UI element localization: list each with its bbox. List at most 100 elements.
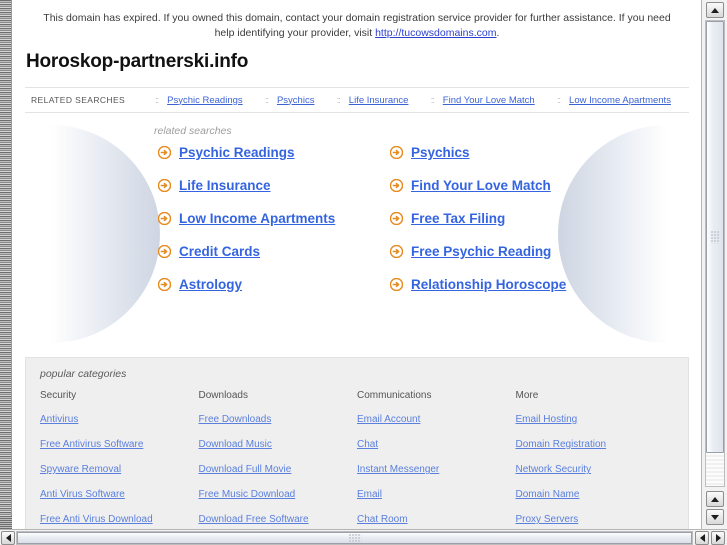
search-link-find-your-love-match[interactable]: Find Your Love Match (411, 178, 551, 193)
tucows-domains-link[interactable]: http://tucowsdomains.com (375, 27, 496, 39)
nav-link-find-your-love-match[interactable]: Find Your Love Match (443, 95, 535, 106)
horizontal-scrollbar-track[interactable] (16, 531, 693, 545)
window-left-edge-strip (0, 0, 12, 529)
search-item-credit-cards[interactable]: Credit Cards (158, 244, 390, 259)
search-link-psychic-readings[interactable]: Psychic Readings (179, 145, 295, 160)
horizontal-scrollbar[interactable] (0, 529, 727, 545)
list-item: Proxy Servers (516, 509, 675, 527)
search-item-free-psychic-reading[interactable]: Free Psychic Reading (390, 244, 689, 259)
search-link-life-insurance[interactable]: Life Insurance (179, 178, 271, 193)
category-link-free-antivirus-software[interactable]: Free Antivirus Software (40, 439, 143, 450)
arrow-circle-right-icon (158, 212, 171, 225)
category-link-domain-name[interactable]: Domain Name (516, 489, 580, 500)
related-searches-label: RELATED SEARCHES (31, 95, 126, 105)
category-link-chat-room[interactable]: Chat Room (357, 514, 408, 525)
scroll-left-button-end[interactable] (695, 531, 709, 545)
category-link-download-free-software[interactable]: Download Free Software (199, 514, 309, 525)
page-title: Horoskop-partnerski.info (26, 51, 249, 72)
popular-categories-columns: Security Antivirus Free Antivirus Softwa… (40, 390, 674, 529)
category-link-list: Free Downloads Download Music Download F… (199, 409, 358, 527)
category-link-proxy-servers[interactable]: Proxy Servers (516, 514, 579, 525)
triangle-up-icon (711, 496, 719, 502)
popular-categories-heading: popular categories (40, 368, 127, 380)
arrow-circle-right-icon (158, 179, 171, 192)
search-item-low-income-apartments[interactable]: Low Income Apartments (158, 211, 390, 226)
list-item: Instant Messenger (357, 459, 516, 477)
category-link-free-anti-virus-download[interactable]: Free Anti Virus Download (40, 514, 153, 525)
search-item-life-insurance[interactable]: Life Insurance (158, 178, 390, 193)
category-link-free-downloads[interactable]: Free Downloads (199, 414, 272, 425)
list-item: Chat Room (357, 509, 516, 527)
category-link-spyware-removal[interactable]: Spyware Removal (40, 464, 121, 475)
list-item: Domain Registration (516, 434, 675, 452)
list-item: Free Antivirus Software (40, 434, 199, 452)
category-link-instant-messenger[interactable]: Instant Messenger (357, 464, 439, 475)
nav-separator: :: (264, 95, 269, 105)
list-item: Email Hosting (516, 409, 675, 427)
list-item: Download Full Movie (199, 459, 358, 477)
page-content: This domain has expired. If you owned th… (13, 0, 701, 529)
nav-cell: :: Psychics (265, 95, 315, 106)
search-link-low-income-apartments[interactable]: Low Income Apartments (179, 211, 335, 226)
vertical-scrollbar-thumb[interactable] (706, 21, 724, 453)
triangle-down-icon (711, 514, 719, 520)
horizontal-scrollbar-thumb[interactable] (17, 532, 692, 544)
category-link-domain-registration[interactable]: Domain Registration (516, 439, 607, 450)
search-link-relationship-horoscope[interactable]: Relationship Horoscope (411, 277, 566, 292)
arrow-circle-right-icon (158, 278, 171, 291)
search-item-find-your-love-match[interactable]: Find Your Love Match (390, 178, 689, 193)
search-link-astrology[interactable]: Astrology (179, 277, 242, 292)
scroll-up-button-bottom[interactable] (706, 491, 724, 507)
list-item: Free Anti Virus Download (40, 509, 199, 527)
list-item: Spyware Removal (40, 459, 199, 477)
category-link-free-music-download[interactable]: Free Music Download (199, 489, 296, 500)
list-item: Antivirus (40, 409, 199, 427)
category-link-network-security[interactable]: Network Security (516, 464, 592, 475)
nav-link-life-insurance[interactable]: Life Insurance (349, 95, 409, 106)
scroll-left-button[interactable] (1, 531, 15, 545)
category-column-security: Security Antivirus Free Antivirus Softwa… (40, 390, 199, 529)
search-link-free-psychic-reading[interactable]: Free Psychic Reading (411, 244, 551, 259)
category-title-communications: Communications (357, 390, 432, 401)
category-column-communications: Communications Email Account Chat Instan… (357, 390, 516, 529)
category-link-antivirus[interactable]: Antivirus (40, 414, 78, 425)
category-link-download-full-movie[interactable]: Download Full Movie (199, 464, 292, 475)
category-link-anti-virus-software[interactable]: Anti Virus Software (40, 489, 125, 500)
nav-link-low-income-apartments[interactable]: Low Income Apartments (569, 95, 671, 106)
nav-link-psychics[interactable]: Psychics (277, 95, 314, 106)
category-title-more: More (515, 390, 539, 401)
triangle-left-icon (699, 534, 705, 542)
search-item-relationship-horoscope[interactable]: Relationship Horoscope (390, 277, 689, 292)
nav-cell: :: Life Insurance (337, 95, 409, 106)
search-link-psychics[interactable]: Psychics (411, 145, 470, 160)
search-item-psychics[interactable]: Psychics (390, 145, 689, 160)
category-title-security: Security (40, 390, 77, 401)
category-link-list: Email Hosting Domain Registration Networ… (516, 409, 675, 527)
search-item-free-tax-filing[interactable]: Free Tax Filing (390, 211, 689, 226)
arrow-circle-right-icon (390, 179, 403, 192)
scroll-down-button[interactable] (706, 509, 724, 525)
category-link-email-account[interactable]: Email Account (357, 414, 420, 425)
scrollbar-grip-icon (710, 230, 720, 244)
category-link-chat[interactable]: Chat (357, 439, 378, 450)
category-link-download-music[interactable]: Download Music (199, 439, 272, 450)
category-link-email-hosting[interactable]: Email Hosting (516, 414, 578, 425)
scroll-right-button[interactable] (711, 531, 725, 545)
arrow-circle-right-icon (390, 278, 403, 291)
vertical-scrollbar-track[interactable] (705, 20, 725, 487)
banner-text-before: This domain has expired. If you owned th… (43, 12, 671, 39)
arrow-circle-right-icon (390, 146, 403, 159)
nav-separator: :: (430, 95, 435, 105)
category-link-email[interactable]: Email (357, 489, 382, 500)
search-link-credit-cards[interactable]: Credit Cards (179, 244, 260, 259)
list-item: Free Downloads (199, 409, 358, 427)
category-link-list: Antivirus Free Antivirus Software Spywar… (40, 409, 199, 527)
search-item-astrology[interactable]: Astrology (158, 277, 390, 292)
scroll-up-button[interactable] (706, 2, 724, 18)
related-searches-grid: Psychic Readings Psychics Life Insurance… (25, 145, 689, 292)
nav-link-psychic-readings[interactable]: Psychic Readings (167, 95, 243, 106)
scrollbar-grip-icon (348, 533, 361, 543)
search-link-free-tax-filing[interactable]: Free Tax Filing (411, 211, 505, 226)
search-item-psychic-readings[interactable]: Psychic Readings (158, 145, 390, 160)
vertical-scrollbar[interactable] (701, 0, 727, 529)
